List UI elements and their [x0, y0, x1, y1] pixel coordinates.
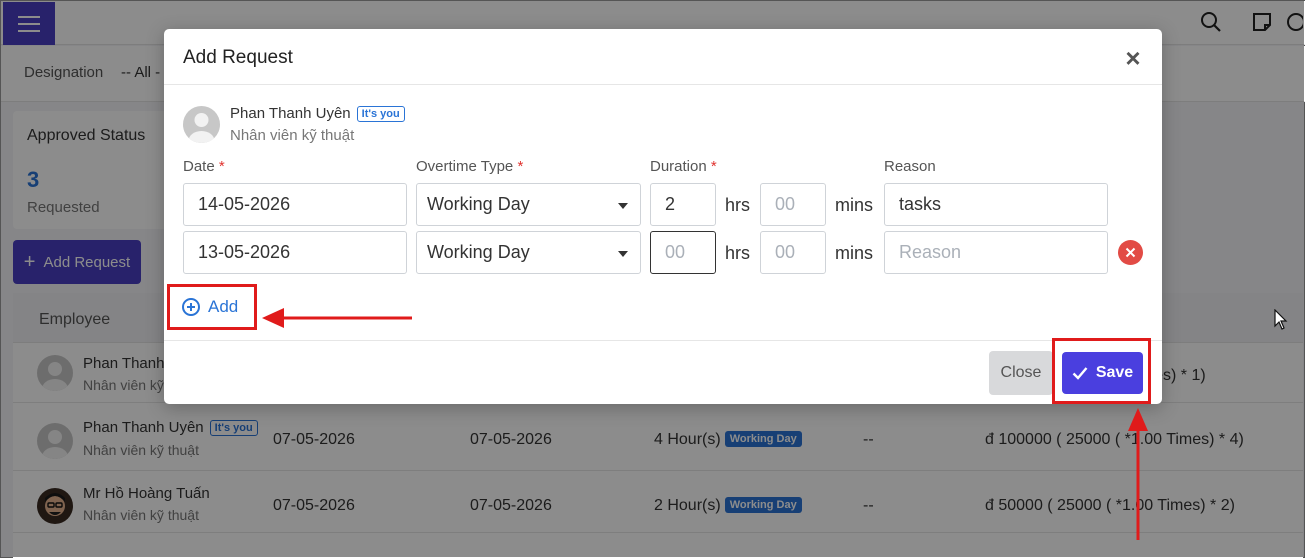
- close-button[interactable]: Close: [989, 351, 1053, 395]
- reason-input[interactable]: [884, 231, 1108, 274]
- modal-header: Add Request ×: [164, 29, 1162, 85]
- hours-input[interactable]: [650, 183, 716, 226]
- minutes-unit: mins: [835, 243, 874, 263]
- overtime-type-value: Working Day: [427, 242, 530, 262]
- caret-down-icon: [618, 251, 628, 257]
- mouse-cursor-icon: [1274, 309, 1288, 330]
- add-request-modal: Add Request × Phan Thanh Uyên It's you Nh…: [164, 29, 1162, 404]
- overtime-type-label: Overtime Type *: [416, 158, 524, 175]
- date-field[interactable]: [183, 183, 407, 226]
- date-label: Date *: [183, 158, 225, 175]
- caret-down-icon: [618, 203, 628, 209]
- avatar: [183, 106, 220, 143]
- overtime-type-select[interactable]: Working Day: [416, 231, 641, 274]
- user-role: Nhân viên kỹ thuật: [230, 127, 355, 144]
- hours-input[interactable]: [650, 231, 716, 274]
- date-field[interactable]: [183, 231, 407, 274]
- minutes-input[interactable]: [760, 231, 826, 274]
- reason-label: Reason: [884, 158, 936, 175]
- reason-input[interactable]: [884, 183, 1108, 226]
- hours-unit: hrs: [725, 243, 751, 263]
- save-highlight-box: [1052, 338, 1151, 404]
- hours-unit: hrs: [725, 195, 751, 215]
- overtime-type-value: Working Day: [427, 194, 530, 214]
- minutes-input[interactable]: [760, 183, 826, 226]
- modal-footer: Close Save: [164, 340, 1162, 404]
- minutes-unit: mins: [835, 195, 874, 215]
- user-name: Phan Thanh Uyên It's you: [230, 105, 405, 122]
- close-icon[interactable]: ×: [1122, 45, 1144, 71]
- close-icon: [1125, 247, 1136, 258]
- duration-label: Duration *: [650, 158, 717, 175]
- modal-title: Add Request: [183, 47, 293, 68]
- its-you-badge: It's you: [356, 106, 405, 122]
- add-highlight-box: [167, 284, 257, 330]
- remove-row-button[interactable]: [1118, 240, 1143, 265]
- overtime-type-select[interactable]: Working Day: [416, 183, 641, 226]
